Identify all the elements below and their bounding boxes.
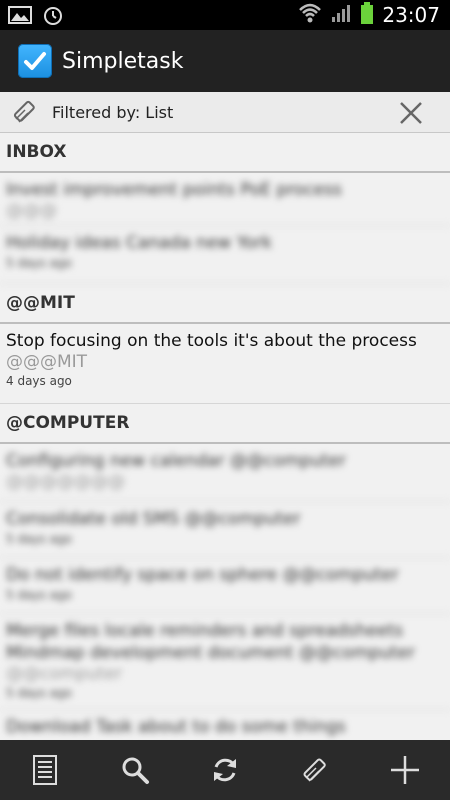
gallery-notification-icon bbox=[8, 5, 32, 29]
task-item[interactable]: Do not identify space on sphere @@comput… bbox=[0, 558, 450, 614]
wifi-icon bbox=[298, 2, 322, 28]
task-age: 5 days ago bbox=[6, 588, 72, 602]
battery-icon bbox=[360, 1, 374, 29]
task-age: 5 days ago bbox=[6, 256, 72, 270]
alarm-icon bbox=[42, 4, 64, 30]
task-text: Do not identify space on sphere @@comput… bbox=[6, 565, 399, 585]
filter-label: Filtered by: List bbox=[52, 102, 174, 122]
search-icon[interactable] bbox=[105, 740, 165, 800]
app-logo-icon[interactable] bbox=[18, 44, 52, 78]
status-bar: 23:07 bbox=[0, 0, 450, 30]
task-age: 5 days ago bbox=[6, 686, 72, 700]
edit-icon[interactable] bbox=[285, 740, 345, 800]
task-item[interactable]: Consolidate old SMS @@computer 5 days ag… bbox=[0, 502, 450, 558]
task-age: 4 days ago bbox=[6, 374, 72, 388]
task-item[interactable]: Merge files locale reminders and spreads… bbox=[0, 614, 450, 710]
task-tag: @@@ bbox=[6, 201, 57, 221]
sync-icon[interactable] bbox=[195, 740, 255, 800]
section-header-inbox: INBOX bbox=[0, 133, 450, 173]
task-text: Consolidate old SMS @@computer bbox=[6, 509, 301, 529]
task-text: Invest improvement points PoE process bbox=[6, 180, 342, 200]
section-header-mit: @@MIT bbox=[0, 284, 450, 324]
task-item[interactable]: Invest improvement points PoE process @@… bbox=[0, 173, 450, 226]
task-text: Holiday ideas Canada new York bbox=[6, 233, 272, 253]
task-item[interactable]: Stop focusing on the tools it's about th… bbox=[0, 324, 450, 404]
task-list[interactable]: INBOX Invest improvement points PoE proc… bbox=[0, 133, 450, 740]
task-item[interactable]: Configuring new calendar @@computer @@@@… bbox=[0, 444, 450, 502]
app-title: Simpletask bbox=[62, 48, 184, 74]
edit-filter-icon[interactable] bbox=[10, 97, 40, 127]
task-tag: @@@MIT bbox=[6, 352, 88, 372]
task-text: Merge files locale reminders and spreads… bbox=[6, 621, 415, 663]
list-icon[interactable] bbox=[15, 740, 75, 800]
task-item[interactable]: Holiday ideas Canada new York 5 days ago bbox=[0, 226, 450, 284]
task-text: Configuring new calendar @@computer bbox=[6, 451, 346, 471]
action-bar: Simpletask bbox=[0, 30, 450, 92]
section-header-computer: @COMPUTER bbox=[0, 404, 450, 444]
clear-filter-icon[interactable] bbox=[398, 100, 424, 126]
clock: 23:07 bbox=[382, 3, 440, 27]
task-item[interactable]: Download Task about to do some things bbox=[0, 710, 450, 740]
task-tag: @@computer bbox=[6, 664, 122, 684]
task-text: Download Task about to do some things bbox=[6, 717, 346, 737]
signal-icon bbox=[330, 2, 352, 28]
add-icon[interactable] bbox=[375, 740, 435, 800]
task-text: Stop focusing on the tools it's about th… bbox=[6, 331, 417, 351]
filter-bar[interactable]: Filtered by: List bbox=[0, 92, 450, 133]
bottom-action-bar bbox=[0, 740, 450, 800]
task-age: 5 days ago bbox=[6, 532, 72, 546]
task-tag: @@@@@@@ bbox=[6, 472, 125, 492]
